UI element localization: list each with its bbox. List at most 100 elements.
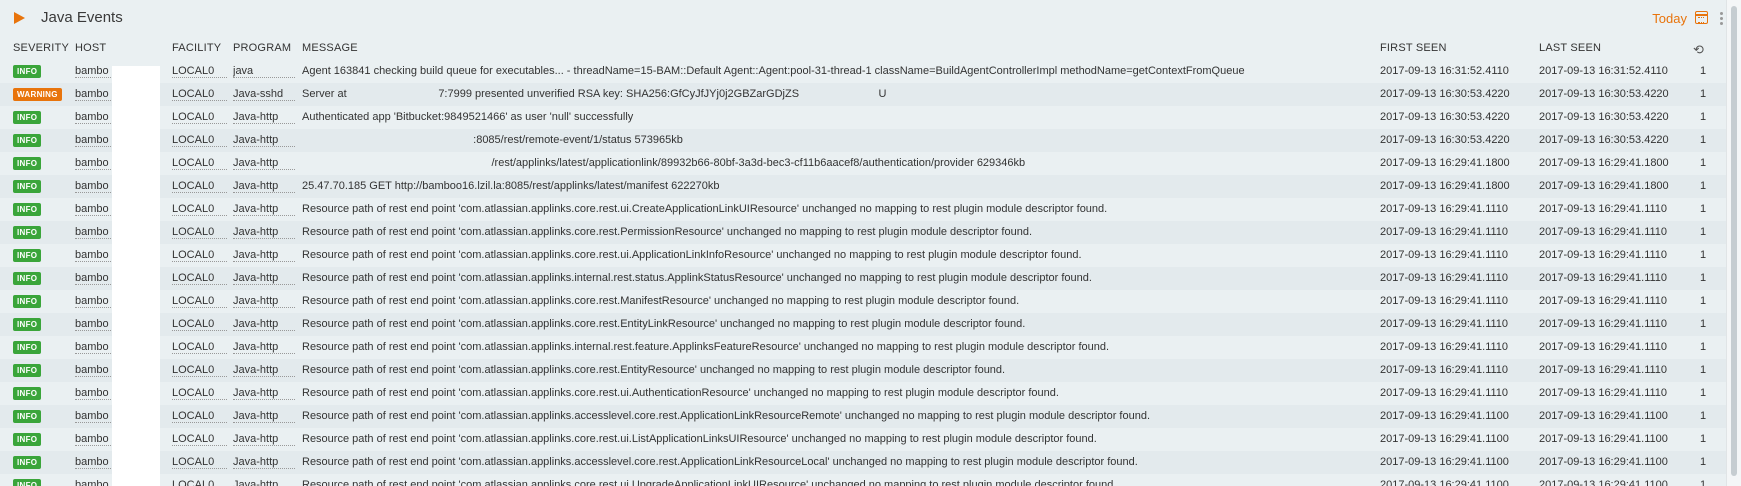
first-seen-value: 2017-09-13 16:29:41.1110 <box>1380 341 1509 353</box>
table-row[interactable]: INFO bambo LOCAL0 Java-http Resource path of… <box>0 359 1726 382</box>
program-link[interactable]: Java-http <box>233 364 295 377</box>
last-seen-value: 2017-09-13 16:31:52.4110 <box>1539 65 1668 77</box>
program-link[interactable]: Java-http <box>233 318 295 331</box>
table-row[interactable]: INFO bambo LOCAL0 java Agent 163841 checking… <box>0 60 1726 83</box>
column-severity[interactable]: SEVERITY <box>13 42 69 54</box>
refresh-icon[interactable]: ⟲ <box>1693 42 1704 58</box>
table-row[interactable]: INFO bambo LOCAL0 Java-http Resource path of… <box>0 313 1726 336</box>
today-filter-button[interactable]: Today <box>1652 11 1687 26</box>
last-seen-value: 2017-09-13 16:29:41.1110 <box>1539 249 1668 261</box>
count-value: 1 <box>1700 410 1707 422</box>
program-link[interactable]: Java-http <box>233 249 295 262</box>
facility-link[interactable]: LOCAL0 <box>172 226 227 239</box>
severity-badge: WARNING <box>13 88 62 101</box>
last-seen-value: 2017-09-13 16:29:41.1110 <box>1539 272 1668 284</box>
column-program[interactable]: PROGRAM <box>233 42 291 54</box>
play-icon[interactable] <box>14 12 25 24</box>
facility-link[interactable]: LOCAL0 <box>172 318 227 331</box>
table-header: SEVERITY HOST FACILITY PROGRAM MESSAGE F… <box>0 42 1726 58</box>
facility-link[interactable]: LOCAL0 <box>172 295 227 308</box>
kebab-menu-icon[interactable] <box>1720 12 1724 26</box>
last-seen-value: 2017-09-13 16:29:41.1110 <box>1539 295 1668 307</box>
program-link[interactable]: Java-http <box>233 157 295 170</box>
facility-link[interactable]: LOCAL0 <box>172 65 227 78</box>
severity-badge: INFO <box>13 479 42 486</box>
program-link[interactable]: Java-http <box>233 295 295 308</box>
first-seen-value: 2017-09-13 16:30:53.4220 <box>1380 111 1510 123</box>
column-facility[interactable]: FACILITY <box>172 42 221 54</box>
count-value: 1 <box>1700 479 1707 486</box>
facility-link[interactable]: LOCAL0 <box>172 456 227 469</box>
first-seen-value: 2017-09-13 16:29:41.1100 <box>1380 410 1509 422</box>
panel-header: Java Events Today <box>0 0 1726 38</box>
first-seen-value: 2017-09-13 16:29:41.1110 <box>1380 387 1509 399</box>
last-seen-value: 2017-09-13 16:29:41.1110 <box>1539 341 1668 353</box>
program-link[interactable]: Java-http <box>233 111 295 124</box>
table-row[interactable]: INFO bambo LOCAL0 Java-http Resource path of… <box>0 198 1726 221</box>
program-link[interactable]: Java-http <box>233 203 295 216</box>
facility-link[interactable]: LOCAL0 <box>172 88 227 101</box>
facility-link[interactable]: LOCAL0 <box>172 203 227 216</box>
column-message[interactable]: MESSAGE <box>302 42 358 54</box>
severity-badge: INFO <box>13 364 42 377</box>
table-row[interactable]: WARNING bambo LOCAL0 Java-sshd Server at 7:7… <box>0 83 1726 106</box>
facility-link[interactable]: LOCAL0 <box>172 157 227 170</box>
table-row[interactable]: INFO bambo LOCAL0 Java-http Authenticated ap… <box>0 106 1726 129</box>
first-seen-value: 2017-09-13 16:29:41.1110 <box>1380 272 1509 284</box>
program-link[interactable]: Java-http <box>233 134 295 147</box>
count-value: 1 <box>1700 65 1707 77</box>
table-row[interactable]: INFO bambo LOCAL0 Java-http Resource path of… <box>0 428 1726 451</box>
column-last-seen[interactable]: LAST SEEN <box>1539 42 1601 54</box>
column-first-seen[interactable]: FIRST SEEN <box>1380 42 1447 54</box>
program-link[interactable]: Java-http <box>233 456 295 469</box>
column-host[interactable]: HOST <box>75 42 106 54</box>
first-seen-value: 2017-09-13 16:29:41.1100 <box>1380 456 1509 468</box>
table-row[interactable]: INFO bambo LOCAL0 Java-http Resource path of… <box>0 405 1726 428</box>
facility-link[interactable]: LOCAL0 <box>172 180 227 193</box>
calendar-icon[interactable] <box>1695 11 1708 24</box>
program-link[interactable]: Java-http <box>233 433 295 446</box>
table-row[interactable]: INFO bambo LOCAL0 Java-http Resource path of… <box>0 474 1726 486</box>
table-row[interactable]: INFO bambo LOCAL0 Java-http Resource path of… <box>0 267 1726 290</box>
program-link[interactable]: Java-http <box>233 226 295 239</box>
severity-badge: INFO <box>13 111 42 124</box>
program-link[interactable]: Java-http <box>233 479 295 486</box>
facility-link[interactable]: LOCAL0 <box>172 410 227 423</box>
facility-link[interactable]: LOCAL0 <box>172 479 227 486</box>
message-text: Resource path of rest end point 'com.atl… <box>302 433 1097 445</box>
first-seen-value: 2017-09-13 16:31:52.4110 <box>1380 65 1509 77</box>
table-row[interactable]: INFO bambo LOCAL0 Java-http Resource path of… <box>0 244 1726 267</box>
first-seen-value: 2017-09-13 16:30:53.4220 <box>1380 134 1510 146</box>
table-row[interactable]: INFO bambo LOCAL0 Java-http 25.47.70.185 GET… <box>0 175 1726 198</box>
first-seen-value: 2017-09-13 16:29:41.1110 <box>1380 295 1509 307</box>
table-row[interactable]: INFO bambo LOCAL0 Java-http Resource path of… <box>0 336 1726 359</box>
scrollbar-thumb[interactable] <box>1731 6 1737 476</box>
facility-link[interactable]: LOCAL0 <box>172 341 227 354</box>
facility-link[interactable]: LOCAL0 <box>172 134 227 147</box>
table-row[interactable]: INFO bambo LOCAL0 Java-http Resource path of… <box>0 451 1726 474</box>
program-link[interactable]: Java-http <box>233 180 295 193</box>
facility-link[interactable]: LOCAL0 <box>172 364 227 377</box>
program-link[interactable]: Java-http <box>233 272 295 285</box>
program-link[interactable]: Java-sshd <box>233 88 295 101</box>
program-link[interactable]: Java-http <box>233 387 295 400</box>
first-seen-value: 2017-09-13 16:29:41.1100 <box>1380 479 1509 486</box>
table-row[interactable]: INFO bambo LOCAL0 Java-http Resource path of… <box>0 221 1726 244</box>
program-link[interactable]: Java-http <box>233 410 295 423</box>
vertical-scrollbar[interactable] <box>1726 0 1741 486</box>
facility-link[interactable]: LOCAL0 <box>172 111 227 124</box>
facility-link[interactable]: LOCAL0 <box>172 433 227 446</box>
table-row[interactable]: INFO bambo LOCAL0 Java-http Resource path of… <box>0 290 1726 313</box>
program-link[interactable]: Java-http <box>233 341 295 354</box>
table-row[interactable]: INFO bambo LOCAL0 Java-http :8085/rest/remo… <box>0 129 1726 152</box>
message-text: Resource path of rest end point 'com.atl… <box>302 341 1110 353</box>
facility-link[interactable]: LOCAL0 <box>172 249 227 262</box>
table-row[interactable]: INFO bambo LOCAL0 Java-http Resource path of… <box>0 382 1726 405</box>
facility-link[interactable]: LOCAL0 <box>172 272 227 285</box>
redacted-region <box>112 66 160 486</box>
severity-badge: INFO <box>13 65 42 78</box>
program-link[interactable]: java <box>233 65 295 78</box>
count-value: 1 <box>1700 249 1707 261</box>
table-row[interactable]: INFO bambo LOCAL0 Java-http /rest/applinks/… <box>0 152 1726 175</box>
facility-link[interactable]: LOCAL0 <box>172 387 227 400</box>
